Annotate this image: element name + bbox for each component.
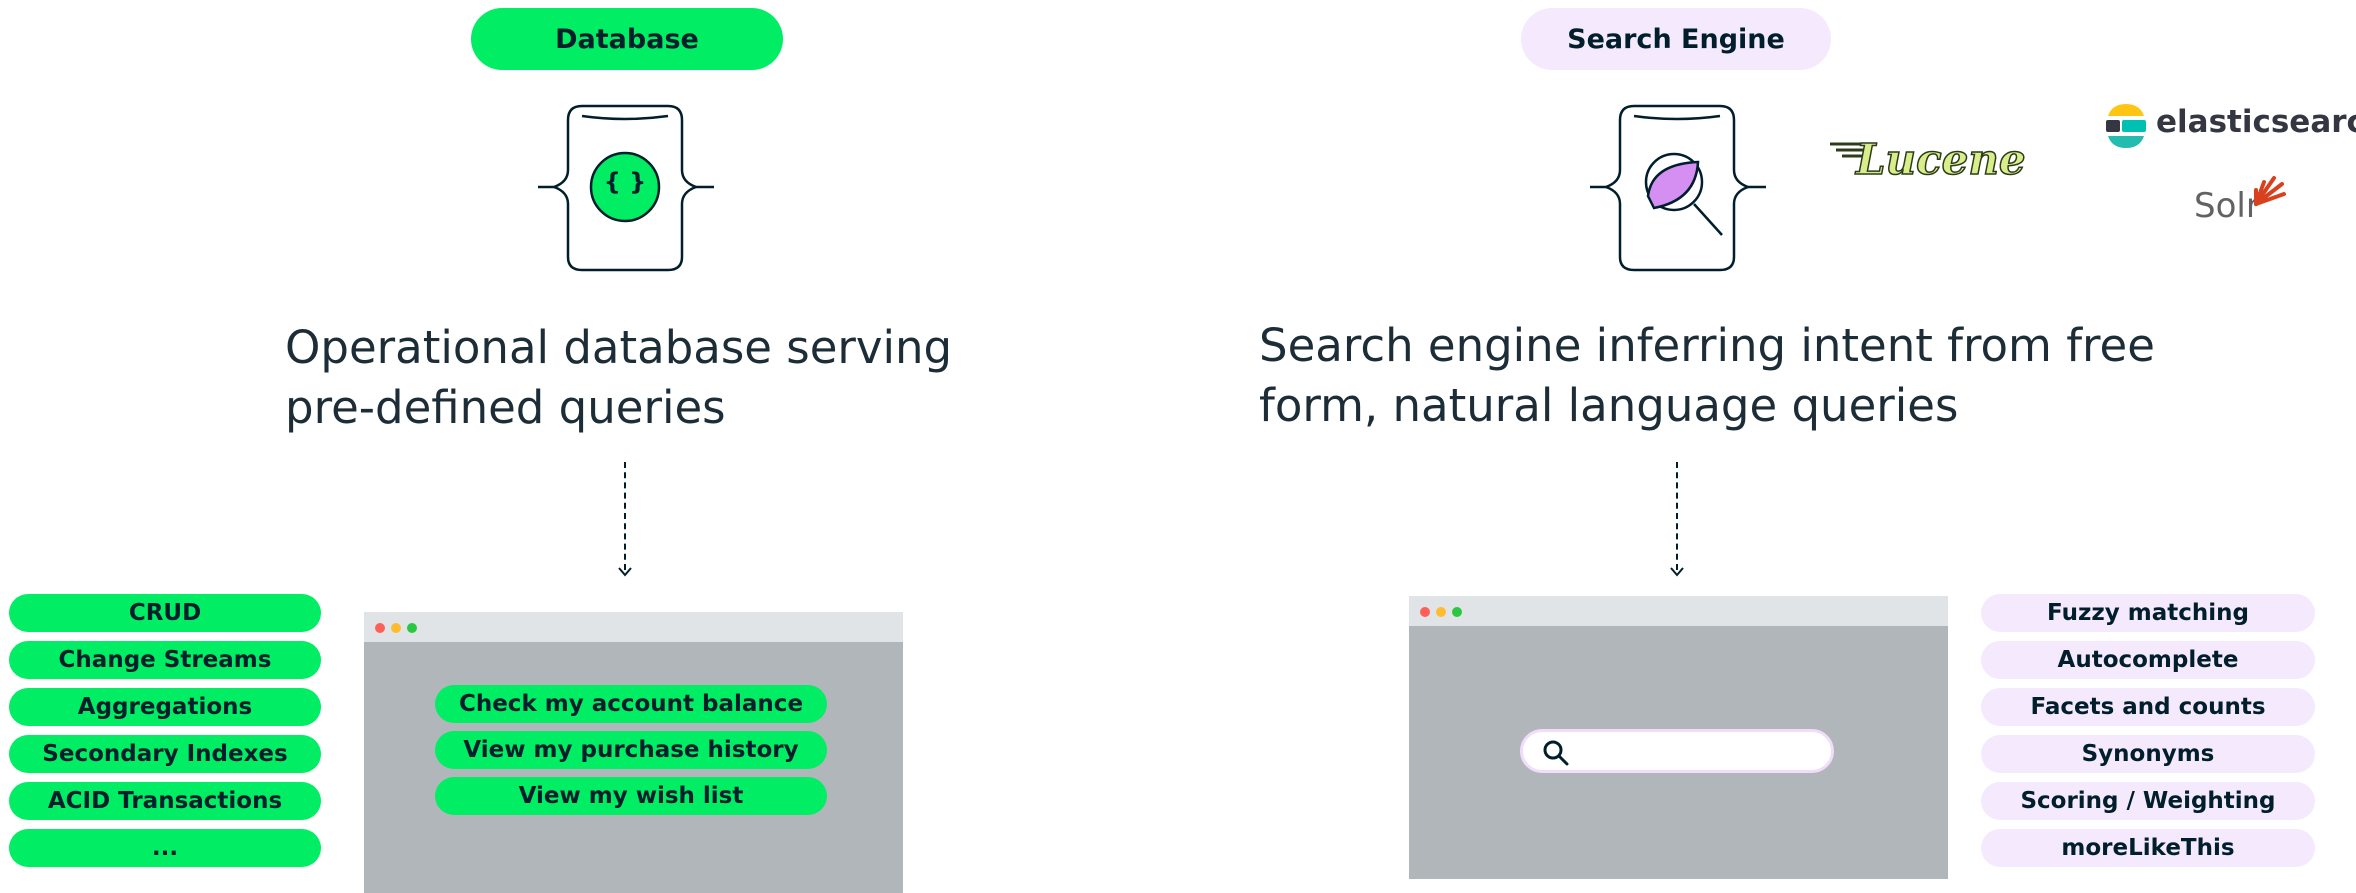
lucene-logo-text: Lucene	[1855, 135, 2026, 184]
search-engine-feature-list: Fuzzy matching Autocomplete Facets and c…	[1981, 594, 2315, 867]
elasticsearch-logo-mark	[2106, 104, 2146, 148]
lucene-logo: Lucene	[1830, 134, 2026, 184]
feature-change-streams: Change Streams	[9, 641, 321, 679]
search-engine-description: Search engine inferring intent from free…	[1259, 316, 2155, 436]
feature-more: ...	[9, 829, 321, 867]
database-description-line-2: pre-defined queries	[285, 381, 726, 434]
database-feature-list: CRUD Change Streams Aggregations Seconda…	[9, 594, 321, 867]
database-app-window: Check my account balance View my purchas…	[364, 612, 903, 893]
elasticsearch-logo-text: elasticsearch	[2156, 104, 2356, 140]
search-engine-arrow-head	[1670, 567, 1684, 577]
database-arrow-head	[618, 567, 632, 577]
database-header: Database	[471, 8, 783, 70]
database-arrow	[624, 462, 626, 570]
search-engine-header: Search Engine	[1521, 8, 1831, 70]
feature-more-like-this: moreLikeThis	[1981, 829, 2315, 867]
window-minimize-dot	[1436, 607, 1446, 617]
curly-braces-glyph: { }	[603, 168, 647, 196]
feature-facets-and-counts: Facets and counts	[1981, 688, 2315, 726]
window-titlebar	[1409, 596, 1948, 626]
feature-aggregations: Aggregations	[9, 688, 321, 726]
feature-synonyms: Synonyms	[1981, 735, 2315, 773]
window-close-dot	[1420, 607, 1430, 617]
query-wish-list[interactable]: View my wish list	[435, 777, 827, 815]
feature-secondary-indexes: Secondary Indexes	[9, 735, 321, 773]
feature-crud: CRUD	[9, 594, 321, 632]
query-account-balance[interactable]: Check my account balance	[435, 685, 827, 723]
window-maximize-dot	[1452, 607, 1462, 617]
search-app-window	[1409, 596, 1948, 879]
database-description: Operational database serving pre-defined…	[285, 318, 952, 438]
search-icon	[1543, 740, 1569, 766]
search-input[interactable]	[1520, 729, 1834, 773]
search-engine-description-line-2: form, natural language queries	[1259, 379, 1959, 432]
feature-acid-transactions: ACID Transactions	[9, 782, 321, 820]
feature-fuzzy-matching: Fuzzy matching	[1981, 594, 2315, 632]
window-maximize-dot	[407, 623, 417, 633]
window-titlebar	[364, 612, 903, 642]
database-description-line-1: Operational database serving	[285, 321, 953, 374]
search-engine-description-line-1: Search engine inferring intent from free	[1259, 319, 2155, 372]
window-close-dot	[375, 623, 385, 633]
search-doc-icon	[1590, 104, 1766, 272]
search-engine-arrow	[1676, 462, 1678, 570]
solr-logo-sun	[2254, 176, 2286, 206]
window-minimize-dot	[391, 623, 401, 633]
feature-autocomplete: Autocomplete	[1981, 641, 2315, 679]
query-purchase-history[interactable]: View my purchase history	[435, 731, 827, 769]
feature-scoring-weighting: Scoring / Weighting	[1981, 782, 2315, 820]
